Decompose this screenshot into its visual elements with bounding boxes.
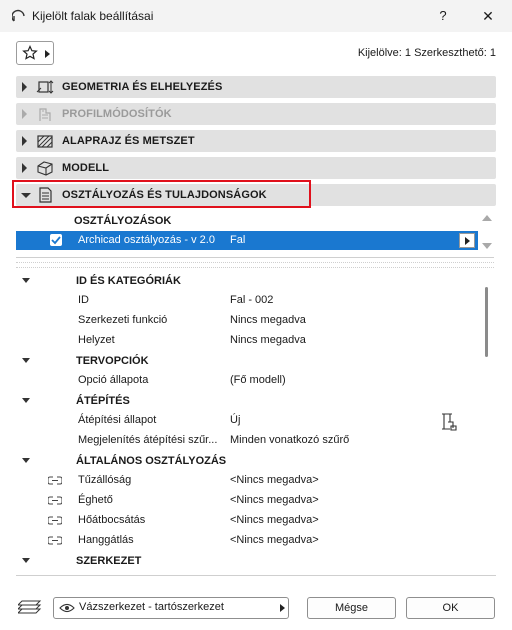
expand-arrow-icon xyxy=(22,136,27,146)
property-row[interactable]: Hanggátlás <Nincs megadva> xyxy=(16,531,478,551)
property-value[interactable]: <Nincs megadva> xyxy=(230,474,319,486)
section-model[interactable]: MODELL xyxy=(16,157,496,179)
renovation-filter-icon[interactable] xyxy=(440,412,458,432)
classification-value: Fal xyxy=(230,234,246,246)
close-button[interactable]: ✕ xyxy=(476,6,500,26)
classifications-header: OSZTÁLYOZÁSOK xyxy=(74,215,172,227)
window-title: Kijelölt falak beállításai xyxy=(32,9,154,23)
property-name: Szerkezeti funkció xyxy=(78,314,168,326)
group-row[interactable]: SZERKEZET xyxy=(16,551,478,571)
layers-icon xyxy=(18,600,42,614)
property-row[interactable]: Éghető <Nincs megadva> xyxy=(16,491,478,511)
app-icon xyxy=(12,9,25,22)
classification-menu-button[interactable] xyxy=(459,233,475,248)
divider xyxy=(16,257,494,258)
property-value[interactable]: Új xyxy=(230,414,240,426)
group-row[interactable]: TERVOPCIÓK xyxy=(16,351,478,371)
property-value[interactable]: <Nincs megadva> xyxy=(230,514,319,526)
group-label: ID ÉS KATEGÓRIÁK xyxy=(76,275,181,287)
section-label: MODELL xyxy=(62,162,110,174)
scroll-down-icon[interactable] xyxy=(482,243,492,249)
classification-name: Archicad osztályozás - v 2.0 xyxy=(78,234,215,246)
link-icon xyxy=(48,536,62,545)
section-profile-modifiers[interactable]: PROFILMÓDOSÍTÓK xyxy=(16,103,496,125)
section-label: ALAPRAJZ ÉS METSZET xyxy=(62,135,195,147)
property-value[interactable]: <Nincs megadva> xyxy=(230,534,319,546)
property-name: Éghető xyxy=(78,494,113,506)
layer-select[interactable]: Vázszerkezet - tartószerkezet xyxy=(53,597,289,619)
chevron-right-icon xyxy=(465,237,470,245)
section-floorplan[interactable]: ALAPRAJZ ÉS METSZET xyxy=(16,130,496,152)
property-value[interactable]: Minden vonatkozó szűrő xyxy=(230,434,349,446)
section-label: GEOMETRIA ÉS ELHELYEZÉS xyxy=(62,81,223,93)
property-row[interactable]: Átépítési állapot Új xyxy=(16,411,478,431)
chevron-right-icon xyxy=(45,50,50,58)
property-value[interactable]: Fal - 002 xyxy=(230,294,273,306)
link-icon xyxy=(48,496,62,505)
section-label: PROFILMÓDOSÍTÓK xyxy=(62,108,172,120)
property-name: Megjelenítés átépítési szűr... xyxy=(78,434,218,446)
profile-modifier-icon xyxy=(39,108,51,121)
property-row[interactable]: Helyzet Nincs megadva xyxy=(16,331,478,351)
property-row[interactable]: Opció állapota (Fő modell) xyxy=(16,371,478,391)
group-row[interactable]: ÁTÉPÍTÉS xyxy=(16,391,478,411)
property-name: Tűzállóság xyxy=(78,474,132,486)
group-label: ÁLTALÁNOS OSZTÁLYOZÁS xyxy=(76,455,227,467)
property-row[interactable]: Megjelenítés átépítési szűr... Minden vo… xyxy=(16,431,478,451)
geometry-icon xyxy=(36,80,54,94)
property-value[interactable]: <Nincs megadva> xyxy=(230,494,319,506)
chevron-right-icon xyxy=(280,604,285,612)
property-name: Helyzet xyxy=(78,334,115,346)
expand-arrow-icon xyxy=(22,163,27,173)
classification-row[interactable]: Archicad osztályozás - v 2.0 Fal xyxy=(16,231,478,250)
scroll-up-icon[interactable] xyxy=(482,215,492,221)
property-row[interactable]: Hőátbocsátás <Nincs megadva> xyxy=(16,511,478,531)
star-icon xyxy=(22,45,38,60)
group-label: TERVOPCIÓK xyxy=(76,355,149,367)
highlight-frame xyxy=(12,180,311,208)
cancel-button[interactable]: Mégse xyxy=(307,597,396,619)
floorplan-section-icon xyxy=(37,135,53,148)
collapse-arrow-icon[interactable] xyxy=(22,278,30,283)
section-geometry[interactable]: GEOMETRIA ÉS ELHELYEZÉS xyxy=(16,76,496,98)
property-value[interactable]: Nincs megadva xyxy=(230,334,306,346)
help-button[interactable]: ? xyxy=(432,6,454,26)
favorites-button[interactable] xyxy=(16,41,54,65)
collapse-arrow-icon[interactable] xyxy=(22,458,30,463)
model-cube-icon xyxy=(37,161,53,176)
properties-scrollbar[interactable] xyxy=(485,287,488,357)
divider xyxy=(16,575,496,576)
group-row[interactable]: ÁLTALÁNOS OSZTÁLYOZÁS xyxy=(16,451,478,471)
link-icon xyxy=(48,476,62,485)
property-value[interactable]: Nincs megadva xyxy=(230,314,306,326)
expand-arrow-icon xyxy=(22,109,27,119)
ok-button[interactable]: OK xyxy=(406,597,495,619)
group-row[interactable]: ID ÉS KATEGÓRIÁK xyxy=(16,271,478,291)
property-name: Hőátbocsátás xyxy=(78,514,146,526)
checkmark-icon xyxy=(51,236,61,245)
expand-arrow-icon xyxy=(22,82,27,92)
property-value[interactable]: (Fő modell) xyxy=(230,374,286,386)
group-label: ÁTÉPÍTÉS xyxy=(76,395,130,407)
property-name: Opció állapota xyxy=(78,374,149,386)
collapse-arrow-icon[interactable] xyxy=(22,398,30,403)
collapse-arrow-icon[interactable] xyxy=(22,558,30,563)
group-label: SZERKEZET xyxy=(76,555,142,567)
splitter-handle[interactable] xyxy=(16,262,494,268)
layer-select-value: Vázszerkezet - tartószerkezet xyxy=(79,601,224,613)
property-name: ID xyxy=(78,294,89,306)
property-row[interactable]: ID Fal - 002 xyxy=(16,291,478,311)
classification-checkbox[interactable] xyxy=(50,234,62,246)
selection-info: Kijelölve: 1 Szerkeszthető: 1 xyxy=(357,47,496,59)
collapse-arrow-icon[interactable] xyxy=(22,358,30,363)
eye-icon xyxy=(59,603,75,613)
property-row[interactable]: Tűzállóság <Nincs megadva> xyxy=(16,471,478,491)
property-name: Hanggátlás xyxy=(78,534,134,546)
property-row[interactable]: Szerkezeti funkció Nincs megadva xyxy=(16,311,478,331)
property-name: Átépítési állapot xyxy=(78,414,157,426)
link-icon xyxy=(48,516,62,525)
